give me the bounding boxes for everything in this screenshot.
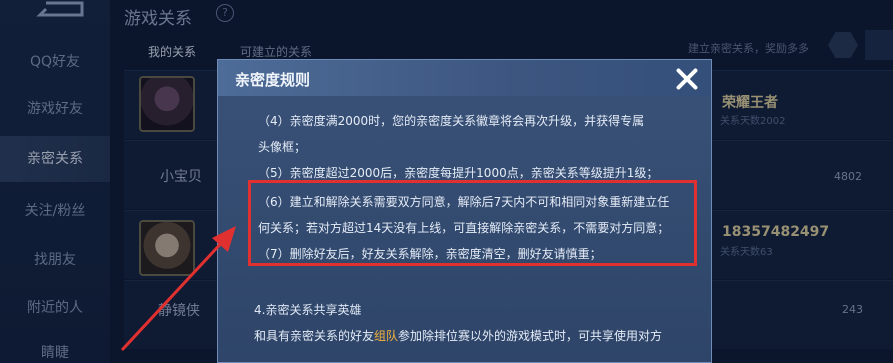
annotation-arrow-icon	[120, 226, 236, 352]
